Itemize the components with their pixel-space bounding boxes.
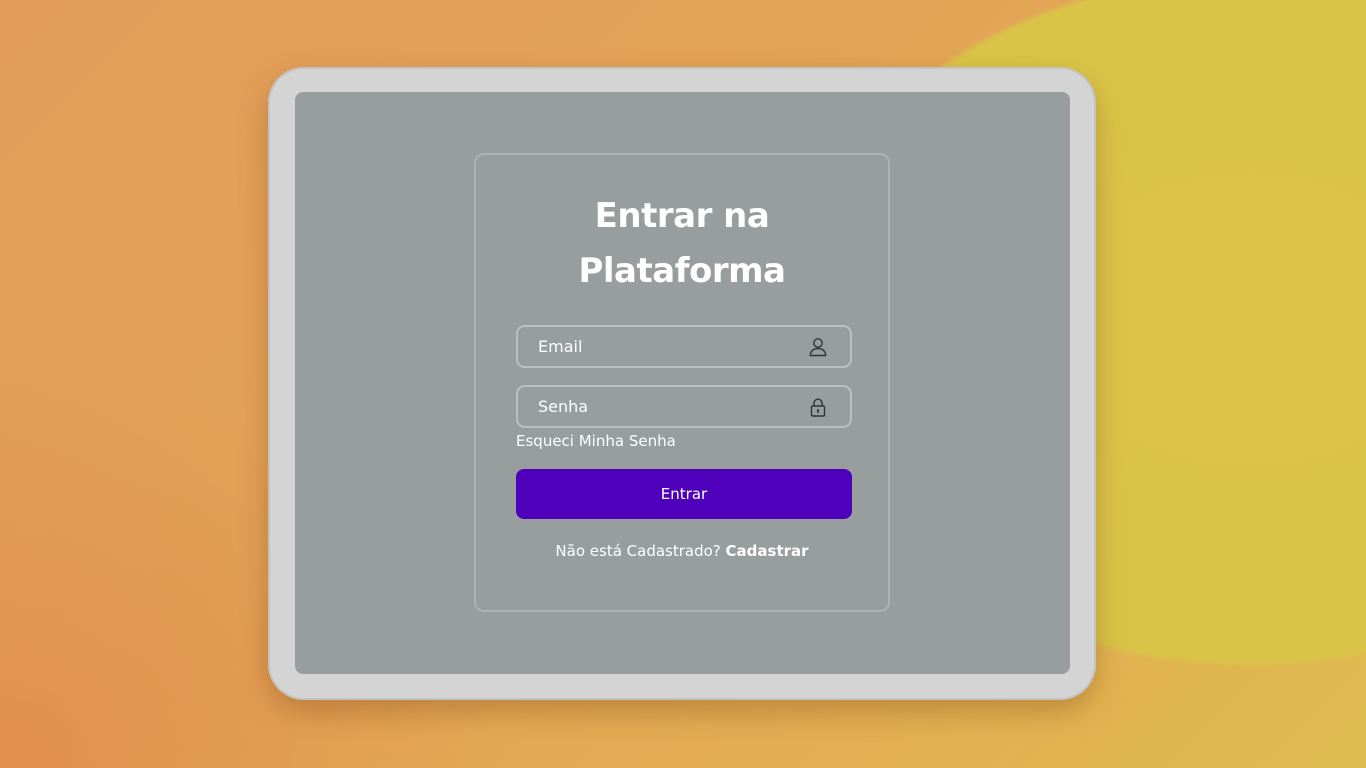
lock-icon bbox=[808, 397, 828, 417]
password-field-wrapper bbox=[516, 385, 852, 428]
email-field[interactable] bbox=[518, 327, 850, 366]
page-title: Entrar na Plataforma bbox=[476, 189, 888, 299]
email-field-wrapper bbox=[516, 325, 852, 368]
register-prompt: Não está Cadastrado? bbox=[555, 542, 721, 560]
tablet-screen: Entrar na Plataforma Email Esqueci Minha… bbox=[295, 92, 1070, 674]
register-link[interactable]: Cadastrar bbox=[726, 542, 809, 560]
submit-button[interactable]: Entrar bbox=[516, 469, 852, 519]
login-card: Entrar na Plataforma Email Esqueci Minha… bbox=[474, 153, 890, 612]
password-field[interactable] bbox=[518, 387, 850, 426]
background: Entrar na Plataforma Email Esqueci Minha… bbox=[0, 0, 1366, 768]
register-row: Não está Cadastrado? Cadastrar bbox=[476, 542, 888, 560]
tablet-frame: Entrar na Plataforma Email Esqueci Minha… bbox=[268, 67, 1096, 700]
forgot-password-link[interactable]: Esqueci Minha Senha bbox=[516, 432, 676, 450]
title-line-2: Plataforma bbox=[578, 251, 786, 291]
title-line-1: Entrar na bbox=[594, 196, 770, 236]
user-icon bbox=[808, 337, 828, 357]
